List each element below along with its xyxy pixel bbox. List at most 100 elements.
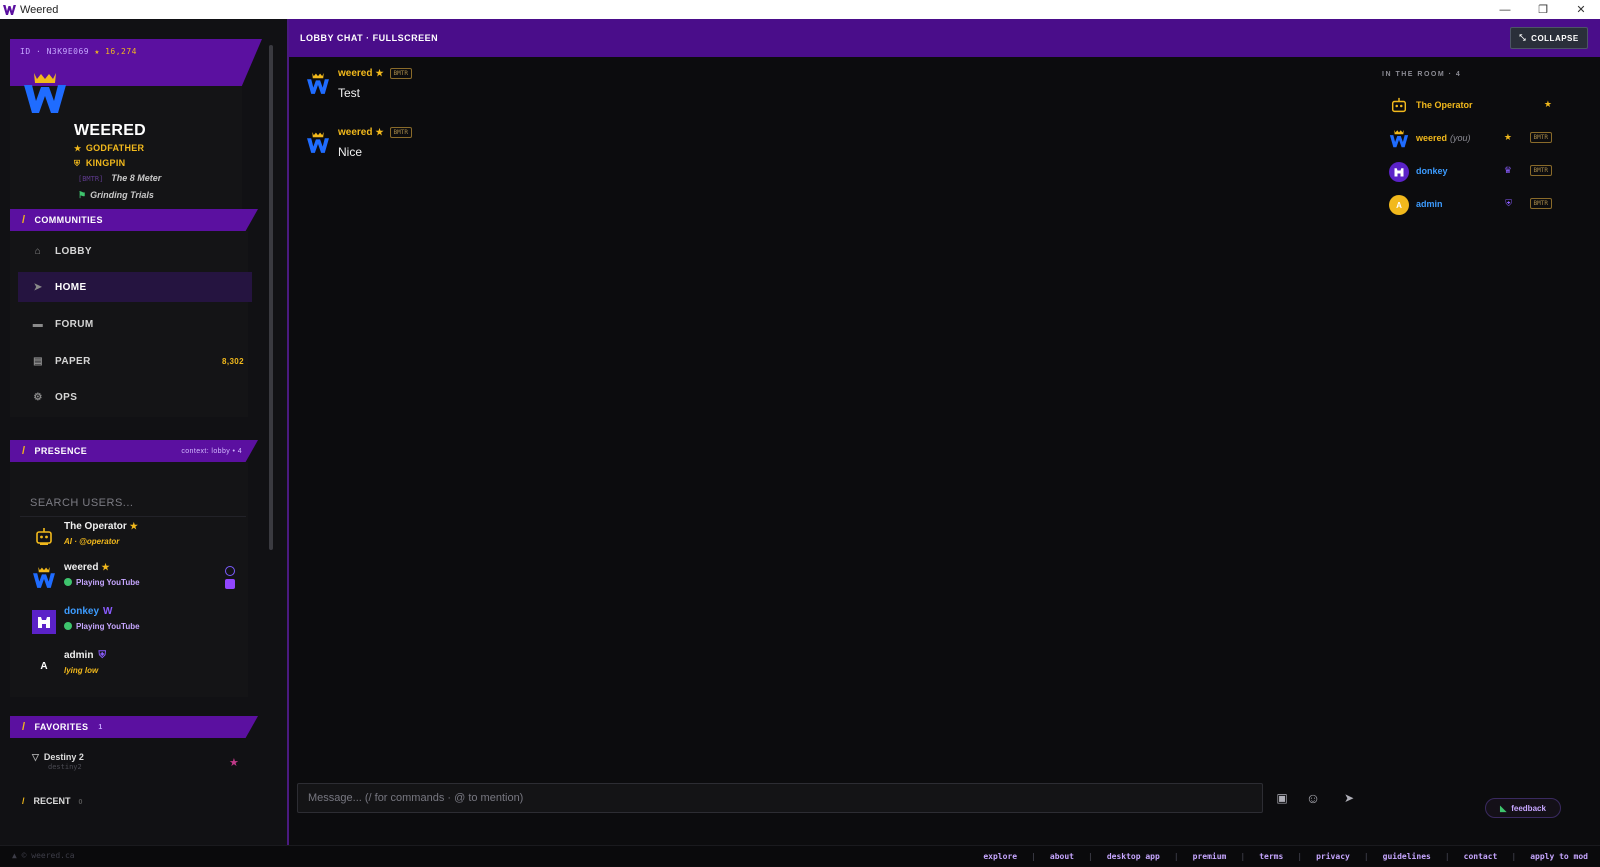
communities-header: / COMMUNITIES <box>10 209 258 231</box>
footer-copyright: ▲ © weered.ca <box>12 851 75 860</box>
gamepad-icon: ⚑ <box>78 190 87 200</box>
cursor-icon: ➤ <box>33 281 43 293</box>
slash-icon: / <box>22 721 26 733</box>
image-upload-icon[interactable]: ▣ <box>1270 786 1294 810</box>
presence-user-operator[interactable]: The Operator ★ AI · @operator <box>28 521 240 561</box>
profile-activity: ⚑ Grinding Trials <box>78 190 154 201</box>
profile-points: ★ 16,274 <box>94 47 137 56</box>
room-user-admin[interactable]: A admin ⛨ BMTR <box>1389 193 1554 219</box>
feedback-icon: ◣ <box>1500 803 1507 813</box>
rank-godfather: ★ GODFATHER <box>74 143 144 153</box>
weered-avatar-icon <box>1389 129 1409 149</box>
user-name: The Operator ★ <box>64 521 138 532</box>
footer-link-premium[interactable]: premium <box>1193 852 1227 861</box>
presence-header: / PRESENCE context: lobby • 4 <box>10 440 258 462</box>
star-icon[interactable]: ★ <box>229 756 239 769</box>
section-title: RECENT <box>33 796 71 806</box>
nav-paper[interactable]: ▤ PAPER 8,302 <box>18 346 252 376</box>
search-users-input[interactable] <box>20 489 246 517</box>
weered-avatar-icon[interactable] <box>306 72 330 96</box>
user-name: donkey W <box>64 606 112 617</box>
paper-count: 8,302 <box>221 356 244 366</box>
user-status: lying low <box>64 666 99 675</box>
profile-points-value: 16,274 <box>105 47 137 56</box>
footer-link-privacy[interactable]: privacy <box>1316 852 1350 861</box>
room-user-name: admin <box>1416 199 1443 209</box>
message-input[interactable] <box>297 783 1263 813</box>
close-button[interactable]: ✕ <box>1562 0 1600 19</box>
user-name-text: donkey <box>64 606 100 617</box>
bmtr-chip: BMTR <box>389 127 412 138</box>
footer-link-guidelines[interactable]: guidelines <box>1383 852 1431 861</box>
slash-icon: / <box>22 445 26 457</box>
donkey-avatar-icon <box>32 610 56 634</box>
send-icon[interactable]: ➤ <box>1337 786 1361 810</box>
you-label: (you) <box>1450 133 1471 143</box>
twitch-icon[interactable] <box>225 579 235 589</box>
steam-icon[interactable] <box>225 566 235 576</box>
recent-count: 0 <box>78 799 83 806</box>
tag-title: The 8 Meter <box>111 173 162 183</box>
star-icon: ★ <box>129 521 138 531</box>
activity-text: Grinding Trials <box>90 190 154 200</box>
section-title: PRESENCE <box>34 446 88 456</box>
rank-label: GODFATHER <box>85 143 145 153</box>
profile-id-text: ID · N3K9E069 <box>20 47 90 56</box>
room-user-donkey[interactable]: donkey ♛ BMTR <box>1389 160 1554 186</box>
chat-header: LOBBY CHAT · FULLSCREEN ⤡ COLLAPSE <box>289 19 1600 57</box>
favorite-destiny2[interactable]: ▽ Destiny 2 destiny2 ★ <box>32 752 244 771</box>
user-name-text: The Operator <box>64 521 127 532</box>
collapse-icon: ⤡ <box>1519 33 1527 42</box>
sidebar-scrollbar[interactable] <box>269 45 273 550</box>
footer-link-about[interactable]: about <box>1050 852 1074 861</box>
star-icon: ★ <box>101 562 110 572</box>
nav-lobby[interactable]: ⌂ LOBBY <box>18 236 252 266</box>
emoji-icon[interactable]: ☺ <box>1301 786 1325 810</box>
restore-button[interactable]: ❐ <box>1524 0 1562 19</box>
favorite-name: Destiny 2 <box>43 752 84 762</box>
footer-link-terms[interactable]: terms <box>1259 852 1283 861</box>
footer-link-contact[interactable]: contact <box>1464 852 1498 861</box>
message-author[interactable]: weered ★ BMTR <box>338 127 412 138</box>
presence-user-admin[interactable]: A admin ⛨ lying low <box>28 650 240 690</box>
slash-icon: / <box>22 214 26 226</box>
footer-link-explore[interactable]: explore <box>983 852 1017 861</box>
favorites-header: / FAVORITES 1 <box>10 716 258 738</box>
star-icon: ★ <box>1543 99 1552 109</box>
bmtr-chip: BMTR <box>1529 165 1552 176</box>
profile-avatar[interactable] <box>22 71 68 117</box>
footer-link-desktop-app[interactable]: desktop app <box>1107 852 1160 861</box>
nav-label: PAPER <box>55 355 91 367</box>
footer-link-apply-to-mod[interactable]: apply to mod <box>1530 852 1588 861</box>
author-name: weered <box>338 68 373 79</box>
nav-ops[interactable]: ⚙ OPS <box>18 382 252 412</box>
room-user-operator[interactable]: The Operator ★ <box>1389 94 1554 120</box>
message-author[interactable]: weered ★ BMTR <box>338 68 412 79</box>
user-status: Playing YouTube <box>64 578 140 587</box>
collapse-button[interactable]: ⤡ COLLAPSE <box>1510 27 1588 49</box>
weered-avatar-icon[interactable] <box>306 131 330 155</box>
message-text: Test <box>338 86 361 100</box>
presence-user-weered[interactable]: weered ★ Playing YouTube <box>28 562 240 602</box>
recent-header[interactable]: / RECENT 0 <box>22 796 82 806</box>
minimize-button[interactable]: — <box>1486 0 1524 19</box>
star-icon: ★ <box>1503 132 1512 142</box>
chat-icon: ▬ <box>32 318 44 330</box>
nav-home[interactable]: ➤ HOME <box>18 272 252 302</box>
profile-id: ID · N3K9E069 ★ 16,274 <box>20 47 137 56</box>
admin-avatar: A <box>1389 195 1409 215</box>
presence-user-donkey[interactable]: donkey W Playing YouTube <box>28 606 240 646</box>
nav-forum[interactable]: ▬ FORUM <box>18 309 252 339</box>
feedback-button[interactable]: ◣ feedback <box>1485 798 1561 818</box>
star-icon: ★ <box>375 127 384 137</box>
profile-tag: [BMTR] The 8 Meter <box>78 173 161 183</box>
nav-label: HOME <box>55 281 87 293</box>
robot-icon <box>32 525 56 549</box>
collapse-label: COLLAPSE <box>1531 33 1579 43</box>
section-title: FAVORITES <box>34 722 89 732</box>
footer-links: explore | about | desktop app | premium | te… <box>983 852 1588 861</box>
money-icon: ▤ <box>33 355 43 367</box>
nav-label: FORUM <box>55 318 94 330</box>
w-badge-icon: W <box>103 606 113 617</box>
room-user-weered[interactable]: weered (you) ★ BMTR <box>1389 127 1554 153</box>
